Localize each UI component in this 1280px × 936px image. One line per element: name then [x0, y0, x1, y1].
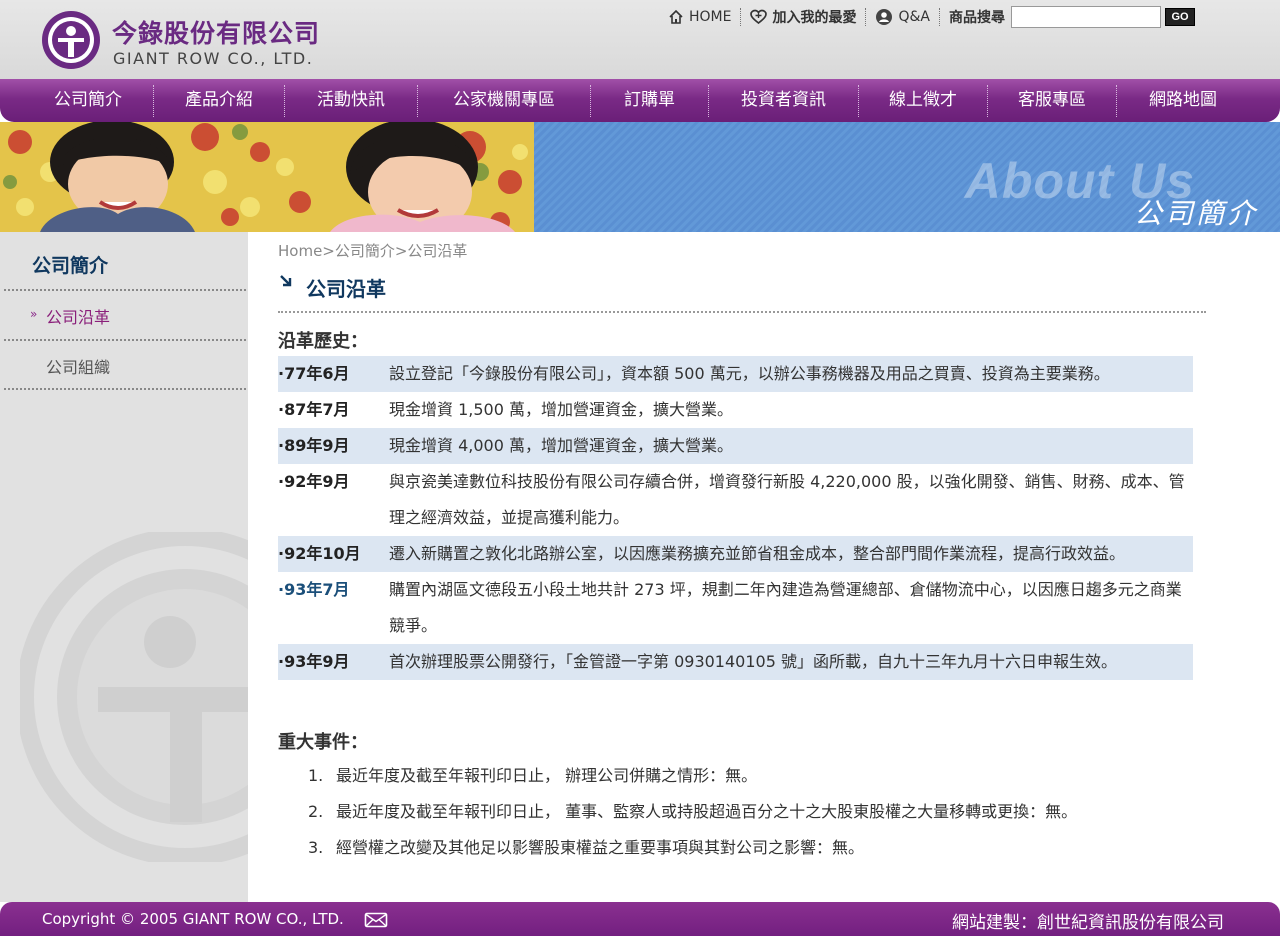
history-row: ·89年9月 現金增資 4,000 萬，增加營運資金，擴大營業。: [278, 428, 1193, 464]
history-text: 現金增資 1,500 萬，增加營運資金，擴大營業。: [389, 400, 733, 419]
history-date: ·87年7月: [278, 400, 350, 419]
nav-item-government[interactable]: 公家機關專區: [418, 79, 590, 122]
history-row: ·92年9月 與京瓷美達數位科技股份有限公司存續合併，增資發行新股 4,220,…: [278, 464, 1193, 536]
list-item-number: 3.: [308, 838, 324, 857]
site-credit[interactable]: 網站建製：創世紀資訊股份有限公司: [952, 908, 1224, 933]
sidebar-divider: [4, 289, 246, 291]
nav-item-investors[interactable]: 投資者資訊: [709, 79, 858, 122]
page-title: 公司沿革: [306, 277, 386, 301]
banner-photo: [0, 122, 534, 232]
sidebar-title: 公司簡介: [32, 255, 109, 277]
qa-link[interactable]: Q&A: [875, 8, 930, 26]
history-heading: 沿革歷史：: [278, 331, 368, 352]
history-date: ·89年9月: [278, 436, 350, 455]
site-header: 今錄股份有限公司 GIANT ROW CO., LTD. HOME 加入我的最愛: [0, 0, 1280, 79]
list-item-number: 2.: [308, 802, 324, 821]
history-date: ·93年9月: [278, 652, 350, 671]
mail-icon[interactable]: [364, 912, 388, 928]
history-row: ·77年6月 設立登記「今錄股份有限公司」，資本額 500 萬元，以辦公事務機器…: [278, 356, 1193, 392]
divider: [939, 8, 940, 26]
sidebar-item-history[interactable]: 公司沿革: [46, 304, 110, 328]
history-date[interactable]: ·93年7月: [278, 572, 389, 644]
title-divider: [278, 311, 1206, 313]
list-item-number: 1.: [308, 766, 324, 785]
nav-item-careers[interactable]: 線上徵才: [859, 79, 987, 122]
company-name-zh[interactable]: 今錄股份有限公司: [112, 14, 320, 50]
list-item: 3. 經營權之改變及其他足以影響股東權益之重要事項與其對公司之影響：無。: [308, 830, 1077, 866]
banner-title-panel: About Us 公司簡介: [534, 122, 1280, 232]
company-name-en[interactable]: GIANT ROW CO., LTD.: [113, 49, 313, 68]
list-item-text: 最近年度及截至年報刊印日止， 董事、監察人或持股超過百分之十之大股東股權之大量移…: [336, 802, 1078, 821]
history-row: ·93年9月 首次辦理股票公開發行，「金管證一字第 0930140105 號」函…: [278, 644, 1193, 680]
list-item: 1. 最近年度及截至年報刊印日止， 辦理公司併購之情形：無。: [308, 758, 1077, 794]
sidebar-item-organization[interactable]: 公司組織: [46, 354, 110, 378]
divider: [865, 8, 867, 26]
history-date: ·92年10月: [278, 544, 361, 563]
events-heading: 重大事件：: [278, 732, 368, 753]
sidebar-divider: [4, 339, 246, 341]
arrow-down-right-icon: [280, 275, 292, 287]
history-table: ·77年6月 設立登記「今錄股份有限公司」，資本額 500 萬元，以辦公事務機器…: [278, 356, 1193, 680]
sidebar: 公司簡介 » 公司沿革 公司組織: [0, 232, 248, 902]
history-row: ·93年7月 購置內湖區文德段五小段土地共計 273 坪，規劃二年內建造為營運總…: [278, 572, 1193, 644]
active-indicator-icon: »: [30, 307, 38, 321]
history-date: ·92年9月: [278, 472, 350, 491]
history-row: ·92年10月 遷入新購置之敦化北路辦公室，以因應業務擴充並節省租金成本，整合部…: [278, 536, 1193, 572]
page-banner: About Us 公司簡介: [0, 122, 1280, 232]
home-icon: [669, 9, 683, 24]
breadcrumb: Home>公司簡介>公司沿革: [278, 242, 468, 260]
site-footer: Copyright © 2005 GIANT ROW CO., LTD. 網站建…: [0, 902, 1280, 936]
history-text: 遷入新購置之敦化北路辦公室，以因應業務擴充並節省租金成本，整合部門間作業流程，提…: [389, 544, 1126, 563]
events-list: 1. 最近年度及截至年報刊印日止， 辦理公司併購之情形：無。 2. 最近年度及截…: [308, 758, 1077, 866]
nav-item-support[interactable]: 客服專區: [988, 79, 1116, 122]
nav-item-sitemap[interactable]: 網路地圖: [1117, 79, 1249, 122]
nav-item-order-form[interactable]: 訂購單: [591, 79, 708, 122]
company-logo-icon[interactable]: [40, 9, 102, 71]
list-item: 2. 最近年度及截至年報刊印日止， 董事、監察人或持股超過百分之十之大股東股權之…: [308, 794, 1077, 830]
history-text: 購置內湖區文德段五小段土地共計 273 坪，規劃二年內建造為營運總部、倉儲物流中…: [389, 580, 1182, 635]
search-go-button[interactable]: GO: [1165, 8, 1195, 26]
nav-item-products[interactable]: 產品介紹: [154, 79, 284, 122]
history-date: ·77年6月: [278, 364, 350, 383]
add-favorite-label: 加入我的最愛: [772, 10, 857, 26]
history-text: 現金增資 4,000 萬，增加營運資金，擴大營業。: [389, 436, 733, 455]
add-favorite-link[interactable]: 加入我的最愛: [750, 7, 856, 27]
list-item-text: 最近年度及截至年報刊印日止， 辦理公司併購之情形：無。: [336, 766, 758, 785]
home-link[interactable]: HOME: [668, 9, 731, 25]
history-row: ·87年7月 現金增資 1,500 萬，增加營運資金，擴大營業。: [278, 392, 1193, 428]
nav-item-news[interactable]: 活動快訊: [285, 79, 417, 122]
main-nav: 公司簡介 產品介紹 活動快訊 公家機關專區 訂購單 投資者資訊 線上徵才 客服專…: [0, 79, 1280, 122]
divider: [740, 8, 742, 26]
product-search-input[interactable]: [1011, 6, 1161, 28]
list-item-text: 經營權之改變及其他足以影響股東權益之重要事項與其對公司之影響：無。: [336, 838, 865, 857]
copyright-text: Copyright © 2005 GIANT ROW CO., LTD.: [42, 910, 344, 928]
qa-link-label: Q&A: [898, 9, 930, 25]
history-text: 首次辦理股票公開發行，「金管證一字第 0930140105 號」函所載，自九十三…: [389, 652, 1117, 671]
top-links: HOME 加入我的最愛 Q&A 商品搜尋 GO: [668, 6, 1195, 28]
home-link-label: HOME: [689, 9, 732, 25]
history-text: 設立登記「今錄股份有限公司」，資本額 500 萬元，以辦公事務機器及用品之買賣、…: [389, 364, 1110, 383]
logo-watermark-icon: [20, 532, 248, 862]
heart-icon: [750, 9, 768, 25]
children-flowers-image: [0, 122, 534, 232]
user-icon: [876, 9, 893, 25]
nav-item-about[interactable]: 公司簡介: [22, 79, 154, 122]
search-label: 商品搜尋: [949, 10, 1005, 26]
sidebar-divider: [4, 388, 246, 390]
banner-title-zh: 公司簡介: [1133, 197, 1258, 230]
history-text: 與京瓷美達數位科技股份有限公司存續合併，增資發行新股 4,220,000 股，以…: [389, 472, 1185, 527]
